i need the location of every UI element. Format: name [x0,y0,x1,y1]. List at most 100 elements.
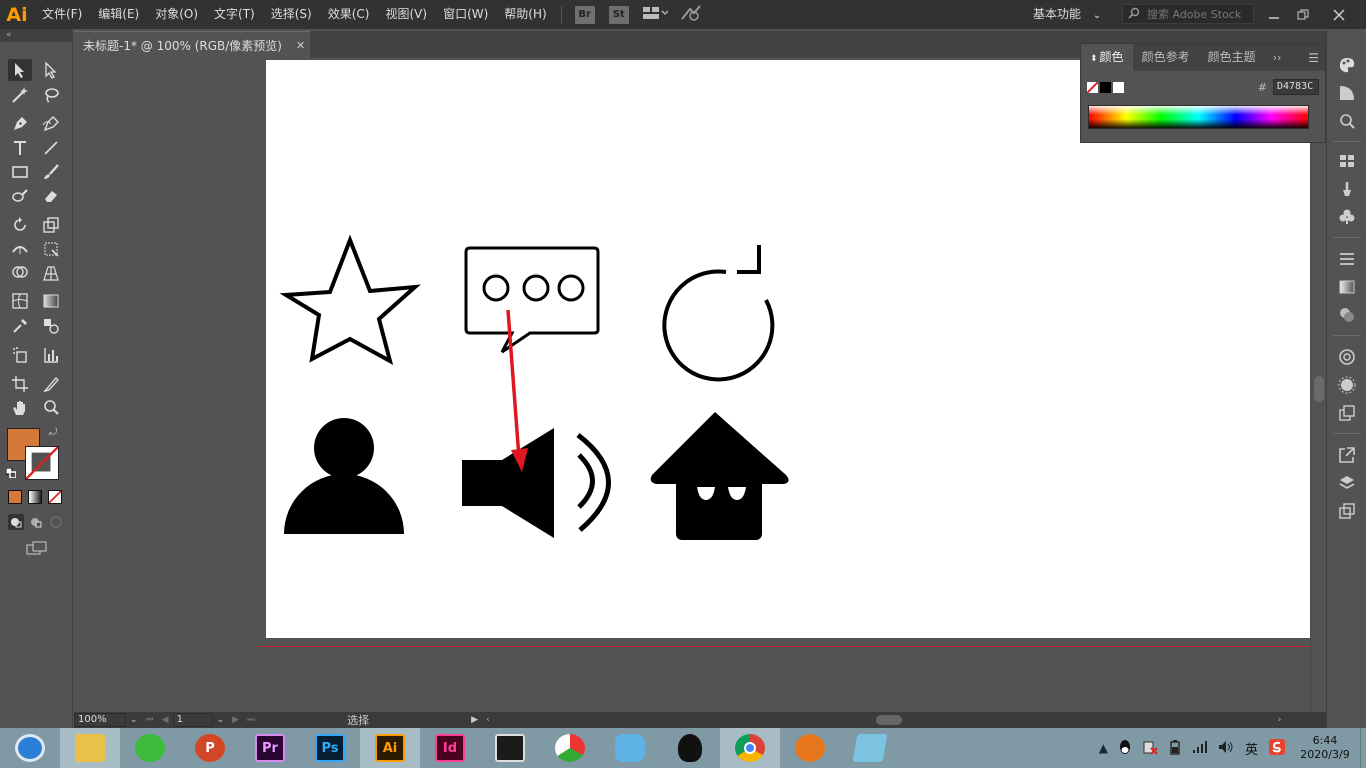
shaper-tool[interactable] [8,185,32,207]
previous-artboard-icon[interactable]: ◀ [162,715,169,725]
menu-window[interactable]: 窗口(W) [435,0,496,29]
draw-normal-button[interactable] [8,514,24,530]
menu-effect[interactable]: 效果(C) [320,0,378,29]
taskbar-app-photoshop[interactable]: Ps [300,728,360,768]
none-swatch[interactable] [1086,80,1099,94]
qq-tray-icon[interactable] [1118,739,1132,758]
brushes-icon[interactable] [1337,179,1357,199]
sogou-input-icon[interactable] [1269,738,1285,758]
taskbar-app-qq[interactable] [660,728,720,768]
menu-file[interactable]: 文件(F) [34,0,90,29]
lasso-tool[interactable] [39,84,63,106]
perspective-grid-tool[interactable] [39,262,63,284]
scale-tool[interactable] [39,214,63,236]
battery-icon[interactable] [1168,739,1182,758]
color-spectrum[interactable] [1088,105,1309,129]
last-artboard-icon[interactable]: ⏭ [247,715,255,725]
menu-object[interactable]: 对象(O) [147,0,206,29]
tab-color-guide[interactable]: 颜色参考 [1133,44,1199,71]
document-tab[interactable]: 未标题-1* @ 100% (RGB/像素预览) ✕ [74,31,310,58]
none-mode-button[interactable] [48,490,62,504]
draw-behind-button[interactable] [28,514,44,530]
selection-tool[interactable] [8,59,32,81]
system-clock[interactable]: 6:44 2020/3/9 [1290,734,1360,762]
artboard-number-field[interactable]: 1 [172,713,213,727]
user-icon[interactable] [284,418,404,534]
magic-wand-tool[interactable] [8,84,32,106]
speaker-icon[interactable] [462,428,611,538]
column-graph-tool[interactable] [39,344,63,366]
eraser-tool[interactable] [39,185,63,207]
color-panel-icon[interactable] [1337,55,1357,75]
close-window-button[interactable] [1324,0,1354,29]
slice-tool[interactable] [39,373,63,395]
pen-tool[interactable] [8,113,32,135]
mesh-tool[interactable] [8,290,32,312]
workspace-switcher[interactable]: 基本功能 ⌄ [1033,0,1101,29]
stroke-icon[interactable] [1337,249,1357,269]
type-tool[interactable] [8,137,32,159]
taskbar-app-fox[interactable] [780,728,840,768]
graphic-styles-icon[interactable] [1337,403,1357,423]
transparency-icon[interactable] [1337,305,1357,325]
curvature-tool[interactable] [39,113,63,135]
horizontal-scroll-thumb[interactable] [875,715,902,725]
taskbar-app-browser[interactable] [0,728,60,768]
chat-bubble-dots-icon[interactable] [464,246,600,354]
canvas-area[interactable] [74,58,1310,712]
menu-view[interactable]: 视图(V) [377,0,435,29]
layers-icon[interactable] [1337,473,1357,493]
color-themes-icon[interactable] [1337,111,1357,131]
swatches-icon[interactable] [1337,151,1357,171]
default-fill-stroke-icon[interactable] [5,467,17,479]
taskbar-app-powerpoint[interactable]: P [180,728,240,768]
show-desktop-button[interactable] [1360,728,1366,768]
paintbrush-tool[interactable] [39,161,63,183]
restore-button[interactable] [1288,0,1318,29]
show-hidden-icons-icon[interactable]: ▲ [1099,741,1108,755]
wifi-signal-icon[interactable] [1192,740,1208,757]
close-tab-icon[interactable]: ✕ [296,39,305,52]
input-method-indicator[interactable]: 英 [1245,739,1258,758]
arrange-documents-icon[interactable] [642,6,669,24]
bridge-button[interactable]: Br [574,5,595,24]
appearance-icon[interactable] [1337,375,1357,395]
vertical-scroll-thumb[interactable] [1314,376,1324,402]
gradient-panel-icon[interactable] [1337,277,1357,297]
vertical-scrollbar[interactable] [1310,58,1326,712]
color-guide-icon[interactable] [1337,83,1357,103]
menu-type[interactable]: 文字(T) [206,0,263,29]
artboards-icon[interactable] [1337,501,1357,521]
symbols-icon[interactable] [1337,207,1357,227]
blend-tool[interactable] [39,315,63,337]
shape-builder-tool[interactable] [8,262,32,284]
artboard-tool[interactable] [8,373,32,395]
menu-help[interactable]: 帮助(H) [496,0,554,29]
width-tool[interactable] [8,238,32,260]
rotate-tool[interactable] [8,214,32,236]
tab-color[interactable]: ⬍ 颜色 [1081,44,1133,71]
scroll-left-icon[interactable]: ‹ [486,715,490,725]
libraries-icon[interactable] [1337,347,1357,367]
gpu-performance-icon[interactable] [680,4,702,25]
symbol-sprayer-tool[interactable] [8,344,32,366]
white-swatch[interactable] [1113,81,1124,93]
taskbar-app-chrome[interactable] [720,728,780,768]
taskbar-app-media[interactable] [540,728,600,768]
stock-search-field[interactable]: 搜索 Adobe Stock [1122,4,1254,24]
tab-color-themes[interactable]: 颜色主题 [1199,44,1265,71]
swap-fill-stroke-icon[interactable]: ⤾ [49,427,57,438]
star-outline-icon[interactable] [279,234,421,365]
next-artboard-icon[interactable]: ▶ [232,715,239,725]
panel-menu-icon[interactable]: ☰ [1308,51,1319,65]
volume-icon[interactable] [1218,740,1234,757]
direct-selection-tool[interactable] [39,59,63,81]
taskbar-app-cloud[interactable] [600,728,660,768]
menu-select[interactable]: 选择(S) [263,0,320,29]
hex-value-field[interactable]: D4783C [1273,79,1319,95]
minimize-button[interactable] [1259,0,1289,29]
color-mode-button[interactable] [8,490,22,504]
chevron-down-icon[interactable]: ⌄ [130,715,138,725]
eyedropper-tool[interactable] [8,315,32,337]
scroll-right-icon[interactable]: › [1278,715,1282,725]
